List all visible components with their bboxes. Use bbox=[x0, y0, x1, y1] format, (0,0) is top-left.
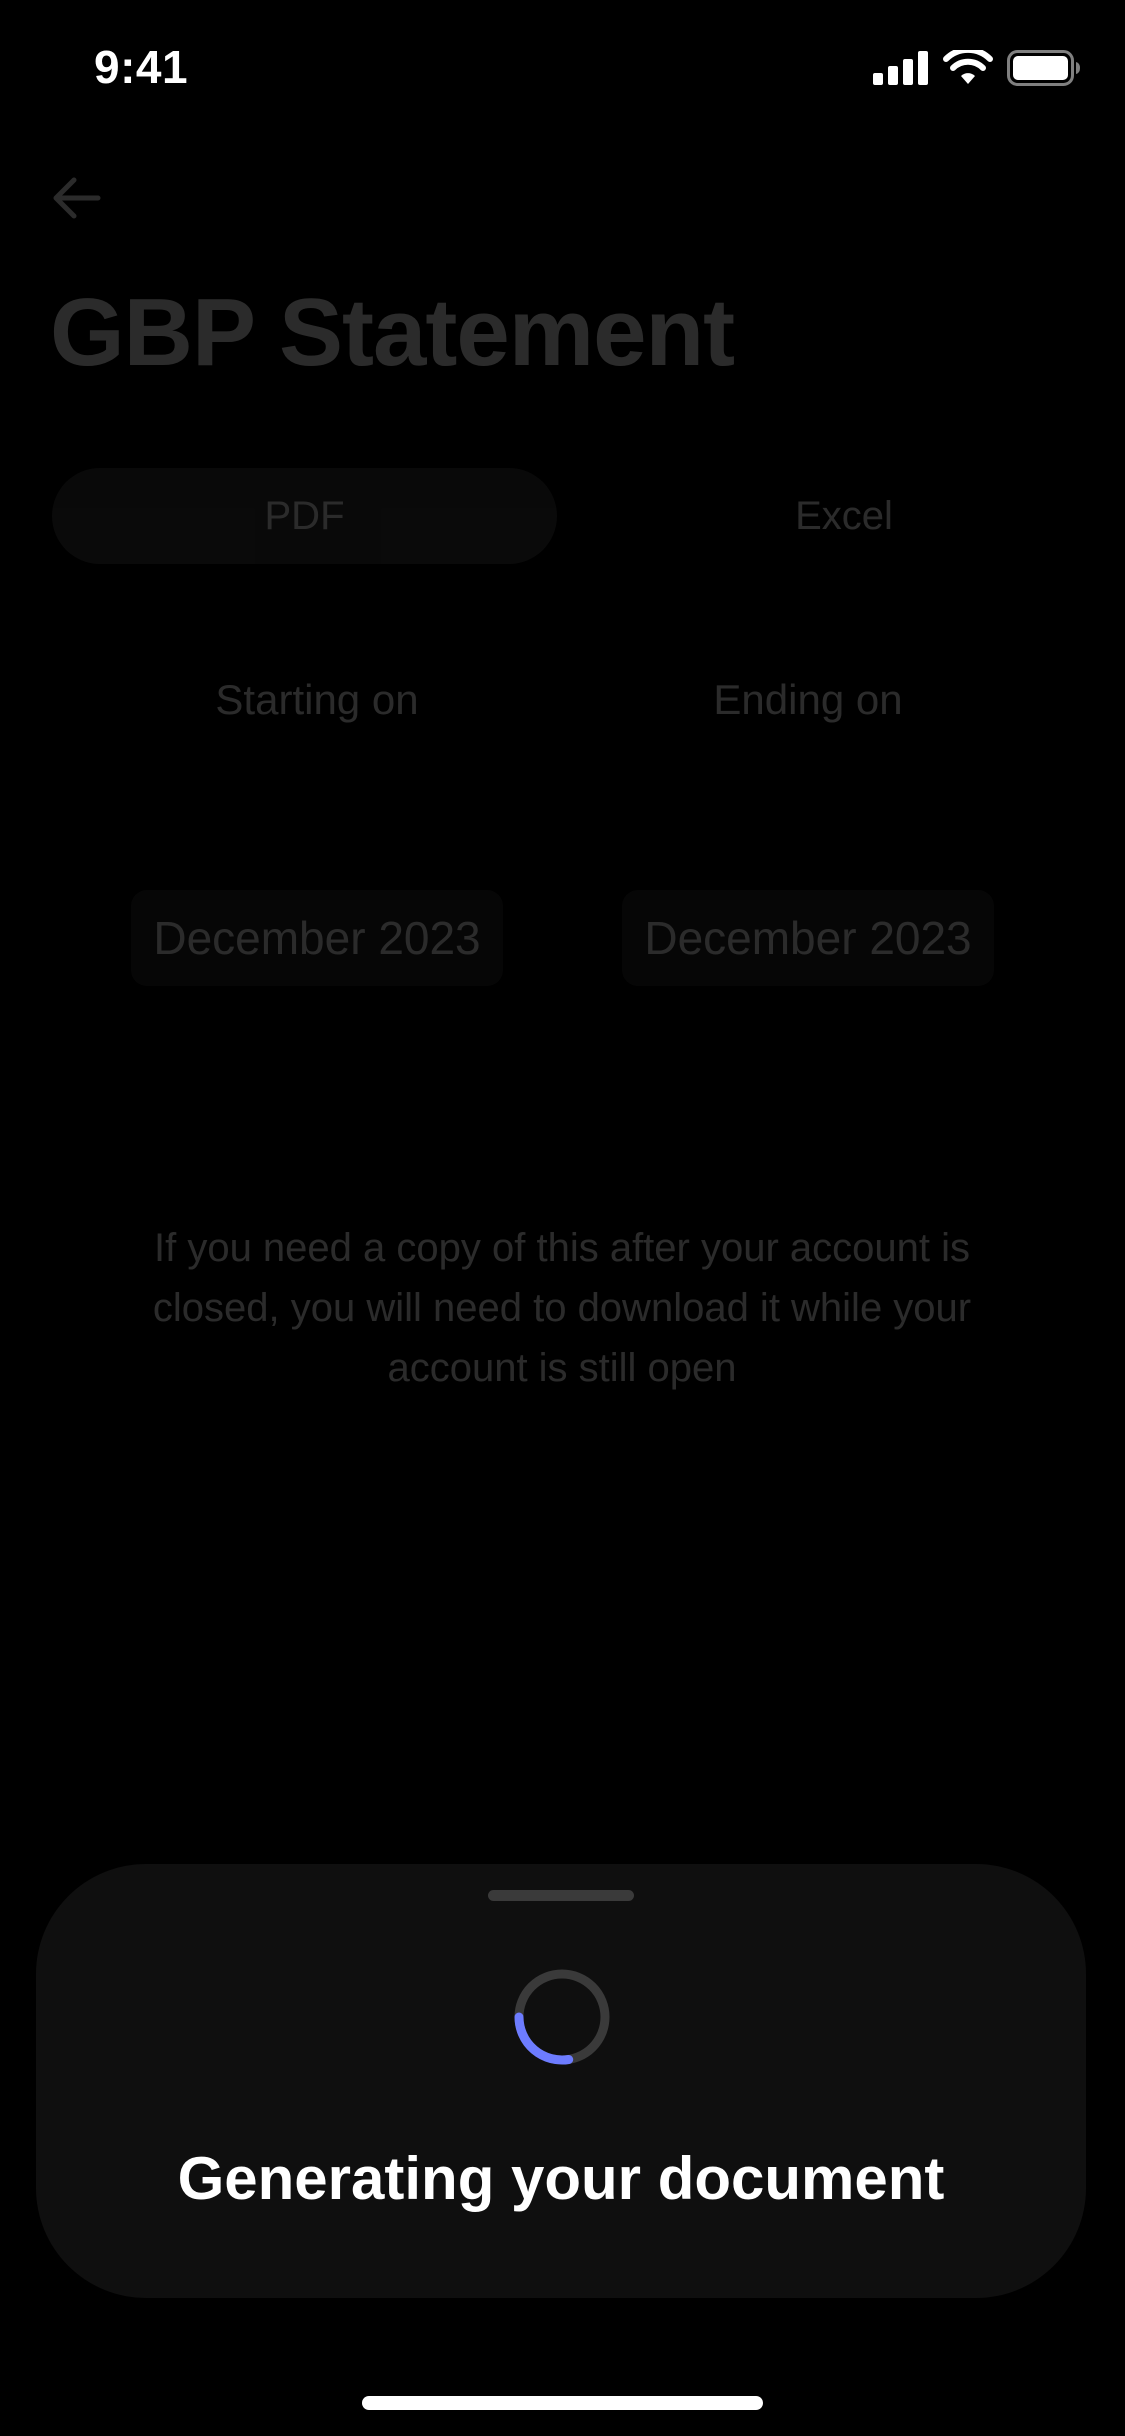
format-option-pdf[interactable]: PDF bbox=[52, 468, 557, 564]
status-time: 9:41 bbox=[94, 41, 189, 93]
wifi-icon bbox=[943, 50, 993, 84]
arrow-left-icon bbox=[53, 177, 101, 219]
home-indicator[interactable] bbox=[362, 2396, 763, 2410]
status-icons bbox=[873, 50, 1081, 86]
end-date-picker[interactable]: December 2023 bbox=[622, 890, 994, 986]
format-selector: PDF Excel bbox=[52, 468, 1076, 564]
battery-icon bbox=[1007, 50, 1080, 86]
account-closure-info: If you need a copy of this after your ac… bbox=[152, 1226, 972, 1390]
dimmed-screen-content: GBP Statement PDF Excel Starting on Dece… bbox=[0, 140, 1125, 1860]
end-date-column: Ending on December 2023 bbox=[608, 670, 1008, 986]
start-date-label: Starting on bbox=[215, 676, 419, 723]
format-option-excel[interactable]: Excel bbox=[612, 468, 1076, 564]
sheet-drag-handle[interactable] bbox=[488, 1890, 634, 1901]
loading-title: Generating your document bbox=[177, 2145, 945, 2212]
loading-spinner-icon bbox=[514, 1969, 610, 2065]
start-date-column: Starting on December 2023 bbox=[117, 670, 517, 986]
back-button[interactable] bbox=[48, 170, 104, 226]
page-title: GBP Statement bbox=[50, 279, 735, 386]
loading-sheet: Generating your document bbox=[36, 1864, 1086, 2298]
cellular-signal-icon bbox=[873, 51, 928, 85]
start-date-picker[interactable]: December 2023 bbox=[131, 890, 503, 986]
status-bar: 9:41 bbox=[0, 0, 1125, 140]
end-date-label: Ending on bbox=[713, 676, 903, 723]
